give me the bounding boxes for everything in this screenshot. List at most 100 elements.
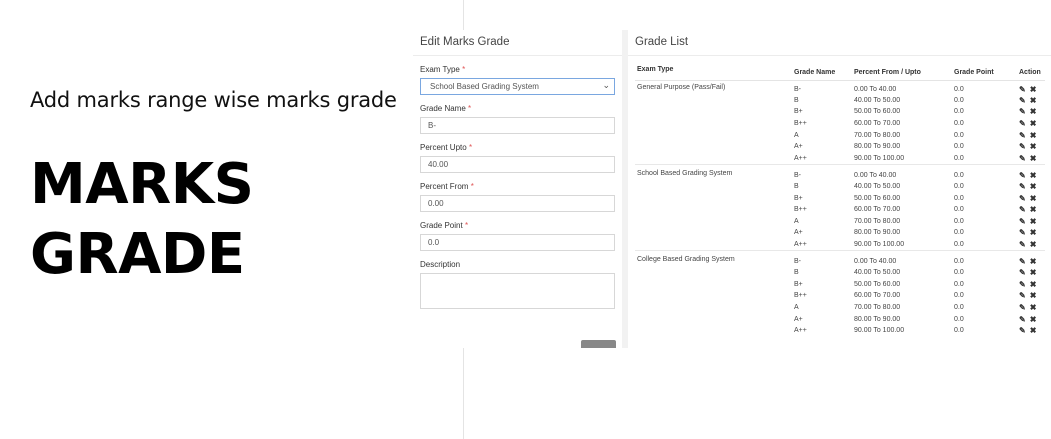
grade-point-cell: 0.0 <box>954 217 964 225</box>
pencil-icon[interactable]: ✎ <box>1019 154 1026 163</box>
grade-point-input[interactable]: 0.0 <box>420 234 615 251</box>
pencil-icon[interactable]: ✎ <box>1019 96 1026 105</box>
action-cell: ✎ ✖ <box>1017 313 1045 325</box>
save-button[interactable] <box>581 340 616 348</box>
exam-type-cell <box>635 313 792 325</box>
description-field: Description <box>413 260 622 309</box>
table-row: B 40.00 To 50.00 0.0 ✎ ✖ <box>635 267 1045 279</box>
close-icon[interactable]: ✖ <box>1030 107 1037 116</box>
grade-point-cell: 0.0 <box>954 143 964 151</box>
close-icon[interactable]: ✖ <box>1030 268 1037 277</box>
close-icon[interactable]: ✖ <box>1030 182 1037 191</box>
required-mark: * <box>468 104 472 113</box>
pencil-icon[interactable]: ✎ <box>1019 107 1026 116</box>
percent-range-cell: 70.00 To 80.00 <box>854 303 901 311</box>
pencil-icon[interactable]: ✎ <box>1019 268 1026 277</box>
required-mark: * <box>462 65 466 74</box>
pencil-icon[interactable]: ✎ <box>1019 240 1026 249</box>
action-cell: ✎ ✖ <box>1017 163 1045 181</box>
action-cell: ✎ ✖ <box>1017 279 1045 291</box>
grade-name-cell: A+ <box>794 315 803 323</box>
percent-upto-input[interactable]: 40.00 <box>420 156 615 173</box>
action-cell: ✎ ✖ <box>1017 106 1045 118</box>
percent-from-input[interactable]: 0.00 <box>420 195 615 212</box>
action-cell: ✎ ✖ <box>1017 204 1045 216</box>
required-mark: * <box>468 143 473 152</box>
close-icon[interactable]: ✖ <box>1030 205 1037 214</box>
pencil-icon[interactable]: ✎ <box>1019 280 1026 289</box>
close-icon[interactable]: ✖ <box>1030 96 1037 105</box>
table-row: B+ 50.00 To 60.00 0.0 ✎ ✖ <box>635 106 1045 118</box>
table-row: B++ 60.00 To 70.00 0.0 ✎ ✖ <box>635 118 1045 130</box>
grade-name-cell: A <box>794 303 799 311</box>
pencil-icon[interactable]: ✎ <box>1019 205 1026 214</box>
grade-list-title: Grade List <box>628 30 1051 56</box>
promo-title: MARKS GRADE <box>30 150 254 290</box>
pencil-icon[interactable]: ✎ <box>1019 171 1026 180</box>
close-icon[interactable]: ✖ <box>1030 291 1037 300</box>
pencil-icon[interactable]: ✎ <box>1019 119 1026 128</box>
pencil-icon[interactable]: ✎ <box>1019 315 1026 324</box>
close-icon[interactable]: ✖ <box>1030 257 1037 266</box>
percent-range-cell: 90.00 To 100.00 <box>854 240 905 248</box>
pencil-icon[interactable]: ✎ <box>1019 326 1026 335</box>
close-icon[interactable]: ✖ <box>1030 228 1037 237</box>
pencil-icon[interactable]: ✎ <box>1019 257 1026 266</box>
grade-name-cell: B- <box>794 85 801 93</box>
pencil-icon[interactable]: ✎ <box>1019 291 1026 300</box>
pencil-icon[interactable]: ✎ <box>1019 194 1026 203</box>
percent-upto-label: Percent Upto * <box>420 143 473 152</box>
grade-name-input[interactable]: B- <box>420 117 615 134</box>
grade-point-cell: 0.0 <box>954 240 964 248</box>
exam-type-cell <box>635 129 792 141</box>
exam-type-cell: College Based Grading System <box>635 249 792 267</box>
action-cell: ✎ ✖ <box>1017 141 1045 153</box>
close-icon[interactable]: ✖ <box>1030 240 1037 249</box>
pencil-icon[interactable]: ✎ <box>1019 228 1026 237</box>
grade-name-field: Grade Name * B- <box>413 104 622 134</box>
edit-marks-grade-panel: Edit Marks Grade Exam Type * School Base… <box>413 30 622 348</box>
grade-name-cell: A+ <box>794 229 803 237</box>
pencil-icon[interactable]: ✎ <box>1019 131 1026 140</box>
table-row: School Based Grading System B- 0.00 To 40.… <box>635 163 1045 181</box>
table-row: A++ 90.00 To 100.00 0.0 ✎ ✖ <box>635 239 1045 251</box>
pencil-icon[interactable]: ✎ <box>1019 217 1026 226</box>
percent-upto-field: Percent Upto * 40.00 <box>413 143 622 173</box>
grade-list-panel: Grade List Exam Type Grade Name Percent … <box>628 30 1051 348</box>
action-cell: ✎ ✖ <box>1017 302 1045 314</box>
close-icon[interactable]: ✖ <box>1030 154 1037 163</box>
exam-type-select[interactable]: School Based Grading System ⌄ <box>420 78 615 95</box>
percent-from-field: Percent From * 0.00 <box>413 182 622 212</box>
close-icon[interactable]: ✖ <box>1030 142 1037 151</box>
percent-range-cell: 40.00 To 50.00 <box>854 96 901 104</box>
action-cell: ✎ ✖ <box>1017 80 1045 95</box>
exam-type-cell <box>635 106 792 118</box>
pencil-icon[interactable]: ✎ <box>1019 303 1026 312</box>
close-icon[interactable]: ✖ <box>1030 194 1037 203</box>
close-icon[interactable]: ✖ <box>1030 119 1037 128</box>
description-textarea[interactable] <box>420 273 615 309</box>
close-icon[interactable]: ✖ <box>1030 85 1037 94</box>
close-icon[interactable]: ✖ <box>1030 217 1037 226</box>
close-icon[interactable]: ✖ <box>1030 303 1037 312</box>
table-row: A+ 80.00 To 90.00 0.0 ✎ ✖ <box>635 313 1045 325</box>
grade-name-cell: B+ <box>794 194 803 202</box>
exam-type-cell <box>635 267 792 279</box>
close-icon[interactable]: ✖ <box>1030 315 1037 324</box>
close-icon[interactable]: ✖ <box>1030 280 1037 289</box>
grade-name-cell: B <box>794 183 799 191</box>
pencil-icon[interactable]: ✎ <box>1019 142 1026 151</box>
grade-name-cell: A++ <box>794 327 807 335</box>
close-icon[interactable]: ✖ <box>1030 131 1037 140</box>
close-icon[interactable]: ✖ <box>1030 171 1037 180</box>
grade-name-cell: A <box>794 217 799 225</box>
grade-point-cell: 0.0 <box>954 108 964 116</box>
exam-type-cell <box>635 141 792 153</box>
grade-name-cell: B- <box>792 163 852 181</box>
chevron-down-icon: ⌄ <box>602 80 610 90</box>
close-icon[interactable]: ✖ <box>1030 326 1037 335</box>
grade-name-cell: A+ <box>794 143 803 151</box>
pencil-icon[interactable]: ✎ <box>1019 85 1026 94</box>
table-row: A++ 90.00 To 100.00 0.0 ✎ ✖ <box>635 153 1045 165</box>
pencil-icon[interactable]: ✎ <box>1019 182 1026 191</box>
